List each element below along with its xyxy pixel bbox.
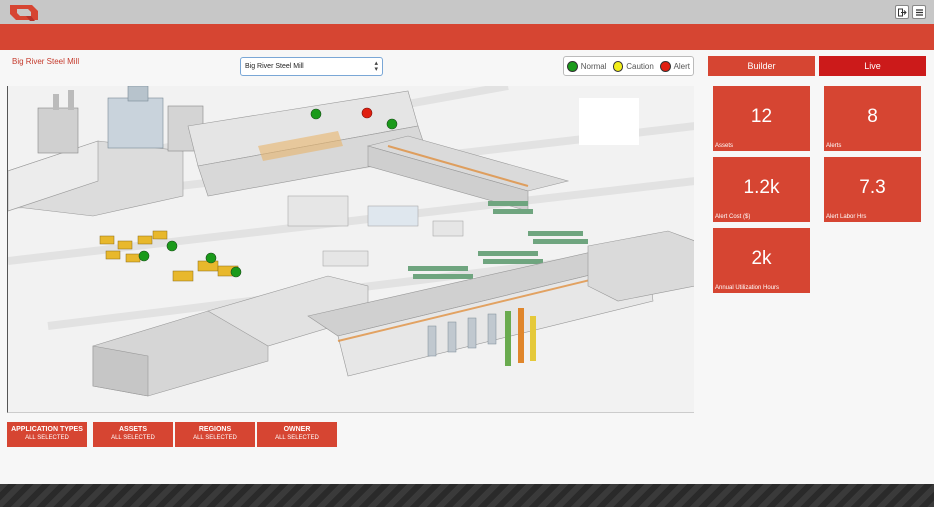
kpi-alerts-label: Alerts [826, 143, 842, 149]
footer-bar [0, 484, 934, 507]
status-legend: Normal Caution Alert [563, 56, 694, 76]
kpi-alerts-value: 8 [867, 106, 878, 127]
kpi-utilization[interactable]: 2k Annual Utilization Hours [713, 228, 810, 293]
filter-assets[interactable]: ASSETS ALL SELECTED [93, 422, 173, 447]
filter-title: APPLICATION TYPES [11, 426, 83, 433]
filter-subtitle: ALL SELECTED [111, 435, 155, 441]
filter-subtitle: ALL SELECTED [193, 435, 237, 441]
live-button[interactable]: Live [819, 56, 926, 76]
legend-label-alert: Alert [673, 61, 691, 71]
company-logo [10, 5, 38, 21]
legend-dot-normal [567, 60, 578, 72]
filter-subtitle: ALL SELECTED [275, 435, 319, 441]
builder-button[interactable]: Builder [708, 56, 815, 76]
kpi-alert-cost-value: 1.2k [743, 177, 780, 198]
kpi-assets[interactable]: 12 Assets [713, 86, 810, 151]
legend-dot-alert [659, 60, 671, 72]
filter-title: ASSETS [118, 426, 147, 433]
kpi-utilization-value: 2k [751, 248, 772, 269]
hamburger-menu-icon[interactable] [912, 5, 926, 19]
filter-title: REGIONS [198, 426, 232, 433]
kpi-alert-cost[interactable]: 1.2k Alert Cost ($) [713, 157, 810, 222]
filter-owner[interactable]: OWNER ALL SELECTED [257, 422, 337, 447]
filter-title: OWNER [283, 426, 311, 433]
site-select-value: Big River Steel Mill [245, 63, 304, 70]
kpi-alert-labor[interactable]: 7.3 Alert Labor Hrs [824, 157, 921, 222]
kpi-alert-labor-label: Alert Labor Hrs [826, 214, 867, 220]
filter-application-types[interactable]: APPLICATION TYPES ALL SELECTED [7, 422, 87, 447]
kpi-assets-label: Assets [715, 143, 734, 149]
top-bar [0, 0, 934, 24]
kpi-alert-cost-label: Alert Cost ($) [715, 214, 751, 220]
site-title: Big River Steel Mill [12, 57, 80, 66]
legend-label-caution: Caution [626, 61, 654, 71]
plant-map[interactable] [7, 86, 694, 413]
filter-regions[interactable]: REGIONS ALL SELECTED [175, 422, 255, 447]
kpi-alert-labor-value: 7.3 [859, 177, 886, 198]
header-band [0, 24, 934, 50]
legend-label-normal: Normal [580, 61, 607, 71]
kpi-alerts[interactable]: 8 Alerts [824, 86, 921, 151]
kpi-utilization-label: Annual Utilization Hours [715, 285, 780, 291]
plant-map-drawing [8, 86, 694, 397]
legend-dot-caution [612, 60, 624, 72]
kpi-assets-value: 12 [750, 106, 773, 127]
logout-icon[interactable] [895, 5, 909, 19]
site-select[interactable]: Big River Steel Mill ▴ ▾ [240, 57, 383, 76]
select-arrows-icon: ▴ ▾ [374, 60, 378, 73]
filter-subtitle: ALL SELECTED [25, 435, 69, 441]
